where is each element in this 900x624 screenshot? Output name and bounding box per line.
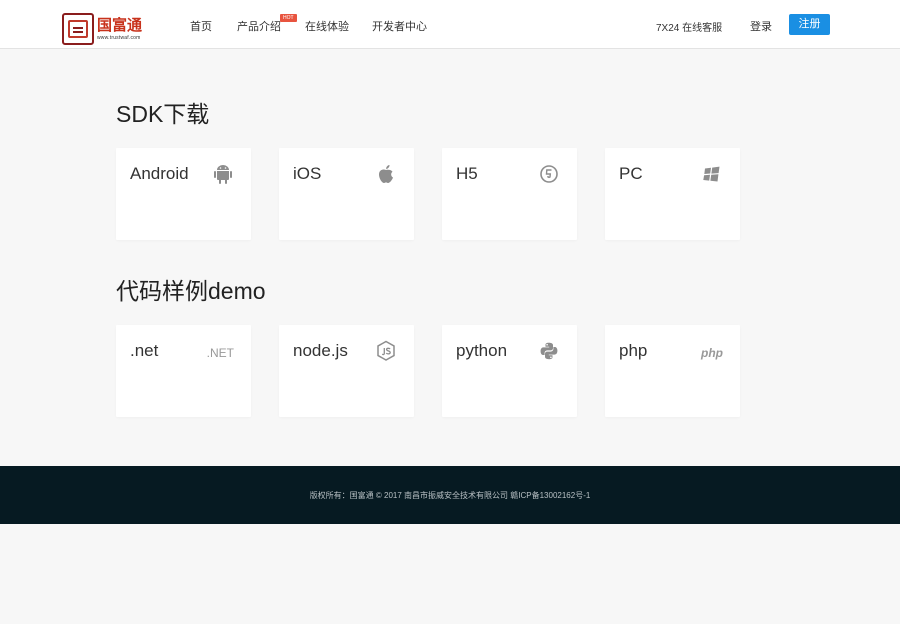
nodejs-icon (376, 340, 396, 361)
demo-card-nodejs[interactable]: node.js (279, 325, 414, 417)
copyright-text: 版权所有：国富通 © 2017 南昌市振威安全技术有限公司 赣ICP备13002… (309, 491, 591, 500)
card-label: iOS (293, 164, 322, 183)
page-footer: 版权所有：国富通 © 2017 南昌市振威安全技术有限公司 赣ICP备13002… (0, 466, 900, 524)
login-link[interactable]: 登录 (750, 18, 772, 34)
logo[interactable]: 国富通 www.trustwaf.com (62, 13, 152, 45)
sdk-card-pc[interactable]: PC (605, 148, 740, 240)
demo-card-php[interactable]: php php (605, 325, 740, 417)
card-label: H5 (456, 164, 478, 183)
top-header: 国富通 www.trustwaf.com 首页 产品介绍 HOT 在线体验 开发… (0, 0, 900, 49)
online-service-link[interactable]: 7X24 在线客服 (656, 19, 722, 34)
android-icon (213, 164, 233, 184)
demo-card-dotnet[interactable]: .net .NET (116, 325, 251, 417)
card-label: python (456, 341, 508, 360)
card-label: node.js (293, 341, 348, 360)
apple-icon (376, 164, 396, 184)
nav-online-trial[interactable]: 在线体验 (305, 18, 349, 34)
sdk-card-h5[interactable]: H5 (442, 148, 577, 240)
nav-developer-center[interactable]: 开发者中心 (372, 18, 427, 34)
hot-badge: HOT (280, 14, 297, 22)
windows-icon (702, 164, 722, 184)
demo-section-title: 代码样例demo (116, 278, 266, 304)
card-label: PC (619, 164, 643, 183)
demo-card-python[interactable]: python (442, 325, 577, 417)
logo-mark-icon (62, 13, 94, 45)
card-label: Android (130, 164, 189, 183)
logo-subtitle: www.trustwaf.com (97, 35, 141, 41)
card-label: .net (130, 341, 159, 360)
sdk-section-title: SDK下载 (116, 101, 210, 127)
python-icon (539, 341, 559, 361)
html5-icon (539, 164, 559, 184)
card-label: php (619, 341, 648, 360)
nav-home[interactable]: 首页 (190, 18, 212, 34)
php-icon: php (701, 346, 723, 360)
sdk-card-ios[interactable]: iOS (279, 148, 414, 240)
sdk-card-android[interactable]: Android (116, 148, 251, 240)
dotnet-icon: .NET (206, 346, 234, 360)
register-button[interactable]: 注册 (789, 14, 830, 35)
logo-text: 国富通 (97, 17, 143, 34)
nav-products[interactable]: 产品介绍 (237, 18, 281, 34)
